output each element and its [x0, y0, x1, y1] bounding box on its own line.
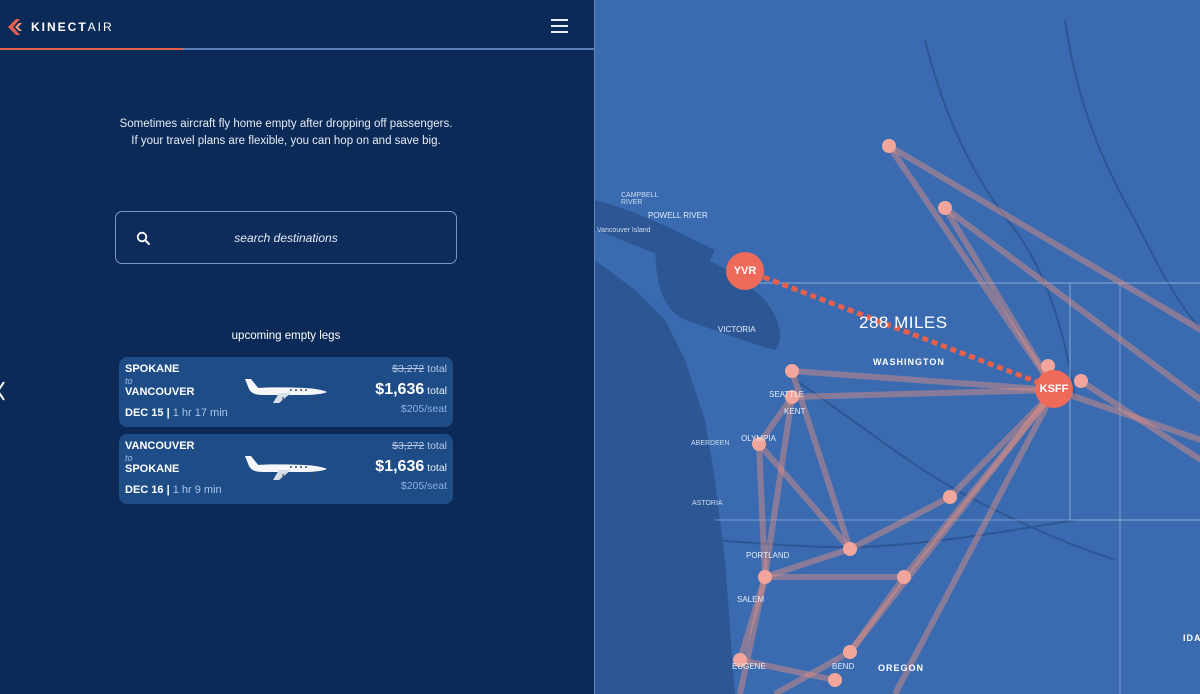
original-price: $3,272 total — [392, 440, 447, 452]
logo-text-light: AIR — [87, 20, 114, 34]
leg-date-value: DEC 16 — [125, 484, 164, 496]
per-seat-price: $205/seat — [400, 403, 447, 415]
leg-duration: 1 hr 17 min — [172, 407, 228, 419]
original-price-suffix: total — [424, 363, 447, 375]
logo-text-bold: KINECT — [31, 20, 88, 34]
leg-date-value: DEC 15 — [125, 407, 164, 419]
logo-mark-icon — [8, 19, 22, 35]
aircraft-icon — [245, 379, 327, 403]
label-olympia: OLYMPIA — [741, 434, 776, 443]
sale-price-value: $1,636 — [375, 381, 425, 398]
original-price: $3,272 total — [392, 363, 447, 375]
original-price-suffix: total — [424, 440, 447, 452]
aircraft-icon — [245, 456, 327, 480]
label-idaho: IDA — [1183, 633, 1200, 643]
kinect-air-logo[interactable]: KINECTAIR — [6, 17, 114, 37]
label-astoria: ASTORIA — [692, 500, 723, 507]
leg-duration: 1 hr 9 min — [172, 484, 222, 496]
origin-airport-marker[interactable]: YVR — [726, 252, 764, 290]
original-price-value: $3,272 — [392, 363, 425, 375]
label-eugene: EUGENE — [732, 662, 766, 671]
river — [924, 39, 1076, 401]
leg-date: DEC 15 | 1 hr 17 min — [125, 407, 228, 419]
empty-legs-panel: KINECTAIR Sometimes aircraft fly home em… — [0, 0, 594, 694]
label-washington: WASHINGTON — [873, 357, 945, 367]
search-box[interactable] — [115, 211, 457, 264]
leg-origin: SPOKANE — [125, 363, 180, 375]
leg-destination: SPOKANE — [125, 463, 180, 475]
leg-destination: VANCOUVER — [125, 386, 195, 398]
label-powell-river: POWELL RIVER — [648, 211, 708, 220]
label-salem: SALEM — [737, 595, 765, 604]
route-network — [737, 143, 1200, 694]
intro-line-2: If your travel plans are flexible, you c… — [131, 135, 441, 147]
label-bend: BEND — [832, 662, 855, 671]
label-oregon: OREGON — [878, 663, 925, 673]
sale-price-value: $1,636 — [375, 458, 425, 475]
label-victoria: VICTORIA — [718, 325, 756, 334]
route-map[interactable]: CAMPBELL RIVER POWELL RIVER Vancouver Is… — [594, 0, 1200, 694]
empty-leg-card[interactable]: VANCOUVER to SPOKANE DEC 16 | 1 hr 9 min… — [119, 434, 453, 504]
label-portland: PORTLAND — [746, 551, 790, 560]
sale-price: $1,636 total — [375, 381, 447, 399]
leg-to-word: to — [125, 453, 133, 463]
intro-text: Sometimes aircraft fly home empty after … — [80, 116, 492, 150]
sale-price-suffix: total — [424, 462, 447, 474]
header-progress-accent — [0, 48, 183, 50]
app-page: KINECTAIR Sometimes aircraft fly home em… — [0, 0, 1200, 694]
label-kent: KENT — [784, 407, 806, 416]
sale-price-suffix: total — [424, 385, 447, 397]
intro-line-1: Sometimes aircraft fly home empty after … — [119, 118, 453, 130]
leg-date: DEC 16 | 1 hr 9 min — [125, 484, 222, 496]
hamburger-menu-icon[interactable] — [551, 19, 568, 33]
leg-origin: VANCOUVER — [125, 440, 195, 452]
upcoming-legs-title: upcoming empty legs — [231, 330, 341, 342]
destination-airport-marker[interactable]: KSFF — [1035, 370, 1073, 408]
leg-to-word: to — [125, 376, 133, 386]
label-campbell-river: CAMPBELL RIVER — [621, 192, 659, 206]
route-distance: 288 MILES — [859, 313, 948, 332]
chevron-left-icon[interactable] — [0, 380, 6, 402]
sale-price: $1,636 total — [375, 458, 447, 476]
label-aberdeen: ABERDEEN — [691, 440, 730, 447]
original-price-value: $3,272 — [392, 440, 425, 452]
search-icon — [136, 231, 150, 245]
empty-leg-card[interactable]: SPOKANE to VANCOUVER DEC 15 | 1 hr 17 mi… — [119, 357, 453, 427]
label-seattle: SEATTLE — [769, 390, 804, 399]
logo-text: KINECTAIR — [31, 20, 114, 34]
per-seat-price: $205/seat — [400, 480, 447, 492]
search-input[interactable] — [176, 212, 396, 263]
header: KINECTAIR — [0, 0, 594, 50]
label-vancouver-island: Vancouver Island — [597, 227, 651, 234]
map-canvas — [595, 19, 1200, 694]
